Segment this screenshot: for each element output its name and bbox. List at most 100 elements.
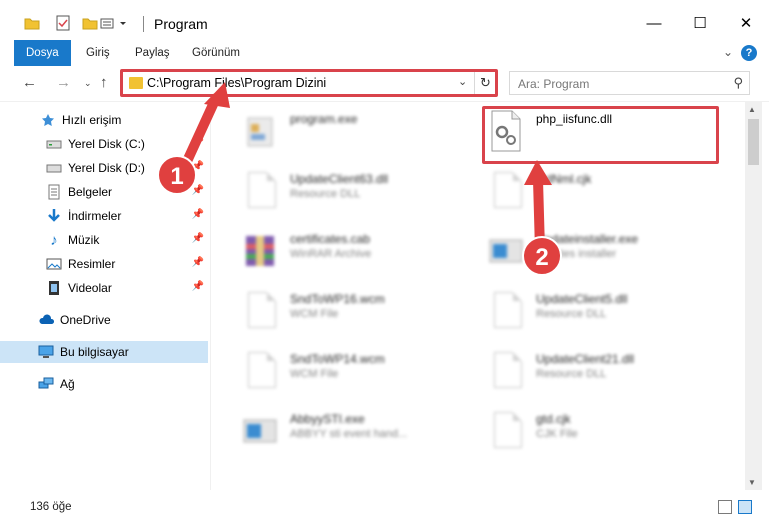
archive-icon [242, 230, 278, 272]
tab-share[interactable]: Paylaş [135, 40, 170, 66]
search-placeholder: Ara: Program [518, 77, 590, 91]
file-name: stdNml.cjk [536, 172, 592, 186]
file-type: Resource DLL [536, 308, 607, 320]
callout-badge-1: 1 [157, 155, 197, 195]
folder-icon[interactable] [24, 14, 40, 32]
status-bar: 136 öğe [0, 490, 769, 532]
pin-icon[interactable]: 📌 [192, 185, 204, 196]
title-bar: Program — ☐ ✕ [0, 0, 769, 40]
file-item[interactable]: Updateinstaller.exe updates installer [466, 224, 706, 280]
nav-network[interactable]: Ağ [0, 373, 208, 395]
tab-file[interactable]: Dosya [14, 40, 71, 66]
file-type: Resource DLL [290, 188, 361, 200]
nav-label: Videolar [68, 281, 112, 295]
back-icon[interactable]: ← [22, 74, 37, 91]
music-icon: ♪ [50, 231, 58, 249]
nav-label: Belgeler [68, 185, 113, 199]
file-name: certificates.cab [290, 232, 371, 246]
file-item[interactable]: stdNml.cjk [466, 164, 706, 220]
file-item[interactable]: UpdateClient5.dll Resource DLL [466, 284, 706, 340]
nav-quick-access[interactable]: Hızlı erişim [0, 109, 208, 131]
file-name: UpdateClient21.dll [536, 352, 635, 366]
drive-icon [46, 136, 62, 152]
file-name: gtd.cjk [536, 412, 571, 426]
nav-videos[interactable]: Videolar 📌 [0, 277, 208, 299]
help-icon[interactable]: ? [741, 45, 757, 61]
customize-toolbar-icon[interactable] [100, 14, 128, 32]
file-type: WCM File [290, 368, 339, 380]
up-icon[interactable]: ↑ [100, 74, 108, 91]
file-name: SndToWP16.wcm [290, 292, 385, 306]
file-item[interactable]: gtd.cjk CJK File [466, 404, 706, 460]
file-item[interactable]: AbbyySTI.exe ABBYY sti event hand... [220, 404, 460, 460]
exe-icon [242, 110, 278, 152]
file-icon [242, 350, 278, 392]
file-name: UpdateClient63.dll [290, 172, 389, 186]
file-type: ABBYY sti event hand... [290, 428, 408, 440]
tab-home[interactable]: Giriş [86, 40, 110, 66]
properties-icon[interactable] [56, 14, 70, 32]
file-name: AbbyySTI.exe [290, 412, 365, 426]
item-count: 136 öğe [30, 501, 72, 513]
nav-pictures[interactable]: Resimler 📌 [0, 253, 208, 275]
file-icon [488, 410, 524, 452]
callout-badge-2: 2 [522, 236, 562, 276]
nav-onedrive[interactable]: OneDrive [0, 309, 208, 331]
file-type: CJK File [536, 428, 578, 440]
nav-label: Resimler [68, 257, 116, 271]
file-item[interactable]: SndToWP16.wcm WCM File [220, 284, 460, 340]
file-icon [488, 170, 524, 212]
file-item[interactable]: UpdateClient21.dll Resource DLL [466, 344, 706, 400]
file-name: program.exe [290, 112, 358, 126]
recent-locations-icon[interactable]: ⌄ [84, 78, 92, 89]
star-icon [40, 112, 56, 128]
file-item[interactable]: UpdateClient63.dll Resource DLL [220, 164, 460, 220]
address-highlight-box [120, 69, 498, 97]
title-separator [143, 16, 144, 32]
nav-local-disk-c[interactable]: Yerel Disk (C:) 📌 [0, 133, 208, 155]
maximize-button[interactable]: ☐ [677, 8, 723, 38]
large-icons-view-icon[interactable] [738, 500, 752, 514]
file-type: Resource DLL [536, 368, 607, 380]
file-icon [242, 290, 278, 332]
tab-view[interactable]: Görünüm [192, 40, 240, 66]
ribbon: Dosya Giriş Paylaş Görünüm ⌄ ? [0, 40, 769, 66]
search-icon: ⚲ [733, 75, 743, 90]
close-button[interactable]: ✕ [723, 8, 769, 38]
file-item[interactable]: certificates.cab WinRAR Archive [220, 224, 460, 280]
vertical-scrollbar[interactable]: ▲ ▼ [745, 102, 762, 490]
scroll-down-icon[interactable]: ▼ [748, 478, 756, 487]
file-item[interactable]: program.exe [220, 104, 460, 160]
nav-music[interactable]: ♪ Müzik 📌 [0, 229, 208, 251]
download-icon [46, 208, 62, 224]
video-icon [46, 280, 62, 296]
pin-icon[interactable]: 📌 [192, 281, 204, 292]
nav-label: İndirmeler [68, 209, 122, 223]
nav-label: Yerel Disk (D:) [68, 161, 145, 175]
nav-this-pc[interactable]: Bu bilgisayar [0, 341, 208, 363]
scroll-thumb[interactable] [748, 119, 759, 165]
window-title: Program [154, 16, 208, 32]
file-item[interactable]: SndToWP14.wcm WCM File [220, 344, 460, 400]
search-input[interactable]: Ara: Program ⚲ [509, 71, 750, 95]
pin-icon[interactable]: 📌 [192, 137, 204, 148]
file-name: SndToWP14.wcm [290, 352, 385, 366]
pin-icon[interactable]: 📌 [192, 209, 204, 220]
nav-label: Yerel Disk (C:) [68, 137, 145, 151]
pin-icon[interactable]: 📌 [192, 257, 204, 268]
nav-label: Bu bilgisayar [60, 345, 129, 359]
dll-icon [488, 350, 524, 392]
new-folder-icon[interactable] [82, 14, 98, 32]
address-row: ← → ⌄ ↑ C:\Program Files\Program Dizini … [0, 66, 769, 102]
dll-icon [488, 290, 524, 332]
details-view-icon[interactable] [718, 500, 732, 514]
scroll-up-icon[interactable]: ▲ [748, 105, 756, 114]
forward-icon[interactable]: → [56, 74, 71, 91]
drive-icon [46, 160, 62, 176]
expand-ribbon-icon[interactable]: ⌄ [723, 45, 733, 59]
network-icon [38, 376, 54, 392]
minimize-button[interactable]: — [631, 8, 677, 38]
nav-downloads[interactable]: İndirmeler 📌 [0, 205, 208, 227]
file-type: WCM File [290, 308, 339, 320]
pin-icon[interactable]: 📌 [192, 233, 204, 244]
